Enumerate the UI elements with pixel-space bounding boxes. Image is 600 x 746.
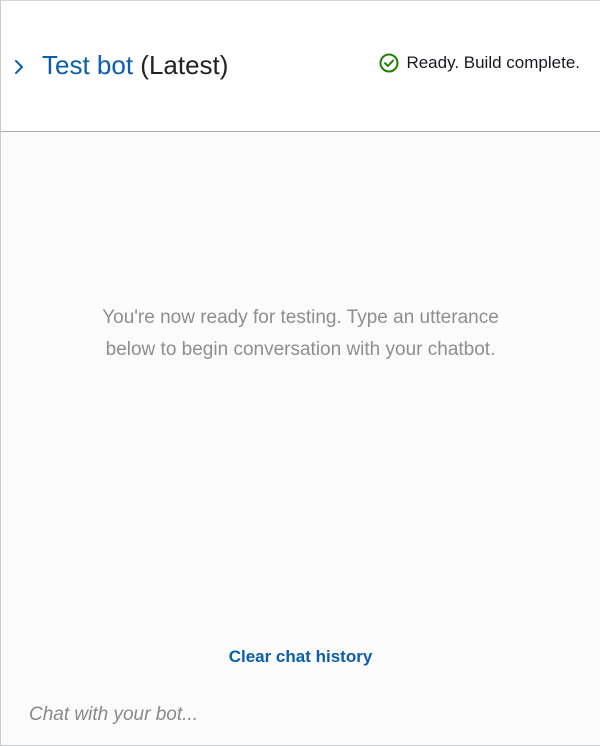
test-bot-panel: Test bot (Latest) Ready. Build complete.… bbox=[0, 0, 600, 746]
empty-state-line-2: below to begin conversation with your ch… bbox=[105, 339, 496, 360]
empty-state-line-1: You're now ready for testing. Type an ut… bbox=[102, 307, 499, 328]
chat-area: You're now ready for testing. Type an ut… bbox=[1, 132, 600, 745]
bot-version-label: (Latest) bbox=[140, 50, 229, 80]
chat-input[interactable] bbox=[29, 700, 580, 730]
build-status-text: Ready. Build complete. bbox=[406, 53, 580, 72]
chevron-right-icon bbox=[15, 60, 23, 74]
expand-button[interactable] bbox=[10, 55, 28, 79]
empty-state-message: You're now ready for testing. Type an ut… bbox=[1, 302, 600, 366]
panel-title: Test bot (Latest) bbox=[42, 48, 228, 82]
clear-chat-history-button[interactable]: Clear chat history bbox=[1, 647, 600, 667]
test-bot-title-link[interactable]: Test bot bbox=[42, 50, 133, 80]
check-circle-icon bbox=[378, 52, 400, 74]
build-status: Ready. Build complete. bbox=[378, 52, 580, 74]
panel-header: Test bot (Latest) Ready. Build complete. bbox=[1, 1, 600, 132]
